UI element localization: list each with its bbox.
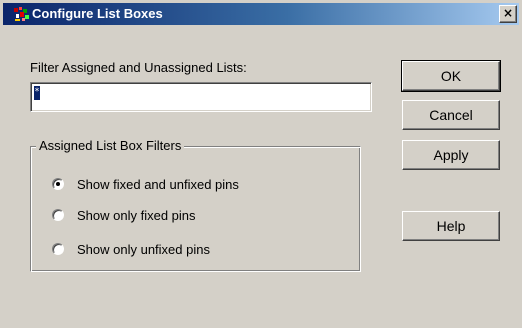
window-title: Configure List Boxes [32,6,163,21]
radio-button-icon[interactable] [52,243,64,255]
filter-input[interactable]: * [30,82,372,112]
radio-label: Show only fixed pins [77,208,196,223]
filter-label: Filter Assigned and Unassigned Lists: [30,60,247,75]
close-icon: × [502,6,514,20]
help-button[interactable]: Help [402,211,500,241]
app-icon [14,7,29,21]
radio-label: Show only unfixed pins [77,242,210,257]
apply-button[interactable]: Apply [402,140,500,170]
ok-button[interactable]: OK [401,60,501,92]
radio-button-icon[interactable] [52,209,64,221]
close-button[interactable]: × [499,5,517,23]
title-bar[interactable]: Configure List Boxes × [3,3,519,25]
configure-list-boxes-dialog: Configure List Boxes × Filter Assigned a… [0,0,522,328]
radio-button-selected-icon[interactable] [52,178,64,190]
filter-input-value: * [34,86,40,100]
cancel-button[interactable]: Cancel [402,100,500,130]
group-title: Assigned List Box Filters [36,138,185,153]
radio-label: Show fixed and unfixed pins [77,177,239,192]
